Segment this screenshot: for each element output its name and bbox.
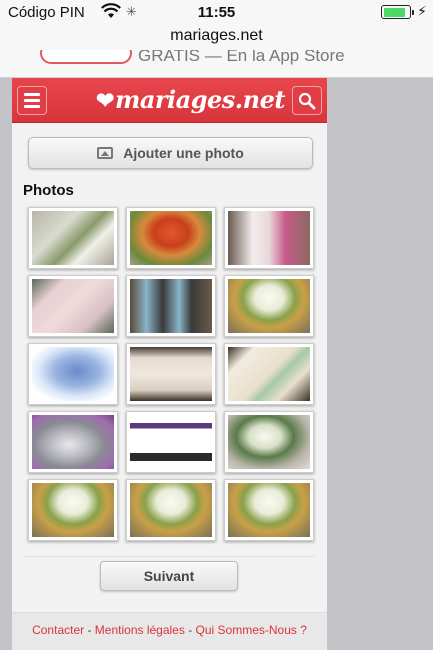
photo-thumbnail[interactable] (126, 275, 216, 337)
contact-link[interactable]: Contacter (32, 623, 84, 637)
photo-thumbnail[interactable] (28, 207, 118, 269)
site-logo[interactable]: ❤mariages.net (96, 85, 285, 114)
photo-thumbnail[interactable] (28, 479, 118, 541)
search-icon (298, 92, 316, 109)
banner-button[interactable] (40, 50, 132, 64)
photo-thumbnail[interactable] (126, 343, 216, 405)
battery-icon (381, 5, 414, 19)
browser-chrome: Código PIN ✳ 11:55 ⚡ mariages.net (0, 0, 433, 50)
site-footer: Contacter - Mentions légales - Qui Somme… (12, 612, 327, 650)
app-store-banner[interactable]: GRATIS — En la App Store (0, 50, 433, 78)
photo-thumbnail[interactable] (224, 479, 314, 541)
add-photo-button[interactable]: Ajouter une photo (28, 137, 313, 169)
url-bar[interactable]: mariages.net (0, 27, 433, 45)
section-title: Photos (23, 182, 74, 199)
photo-thumbnail[interactable] (126, 479, 216, 541)
photo-thumbnail[interactable] (126, 411, 216, 473)
heart-icon: ❤ (96, 88, 114, 114)
footer-separator: - (84, 623, 95, 637)
add-photo-label: Ajouter une photo (123, 145, 244, 161)
logo-text: mariages.net (114, 85, 285, 114)
photo-thumbnail[interactable] (126, 207, 216, 269)
site-header: ❤mariages.net (12, 78, 327, 123)
photo-thumbnail[interactable] (224, 343, 314, 405)
charging-icon: ⚡ (417, 3, 427, 19)
status-bar: Código PIN ✳ 11:55 ⚡ (0, 0, 433, 24)
footer-separator: - (184, 623, 196, 637)
menu-button[interactable] (17, 86, 47, 115)
image-icon (97, 147, 114, 159)
banner-text: GRATIS — En la App Store (138, 50, 345, 65)
photo-thumbnail[interactable] (224, 275, 314, 337)
photo-thumbnail[interactable] (224, 207, 314, 269)
hamburger-icon (24, 90, 40, 111)
mobile-page: ❤mariages.net Ajouter une photo Photos S… (12, 78, 327, 650)
clock: 11:55 (197, 4, 236, 21)
about-link[interactable]: Qui Sommes-Nous ? (196, 623, 307, 637)
battery-fill (383, 7, 405, 17)
next-button[interactable]: Suivant (100, 561, 238, 591)
photo-thumbnail[interactable] (224, 411, 314, 473)
pagination: Suivant (24, 556, 315, 594)
legal-link[interactable]: Mentions légales (95, 623, 185, 637)
photo-thumbnail[interactable] (28, 275, 118, 337)
photo-thumbnail[interactable] (28, 411, 118, 473)
search-button[interactable] (292, 86, 322, 115)
photo-thumbnail[interactable] (28, 343, 118, 405)
